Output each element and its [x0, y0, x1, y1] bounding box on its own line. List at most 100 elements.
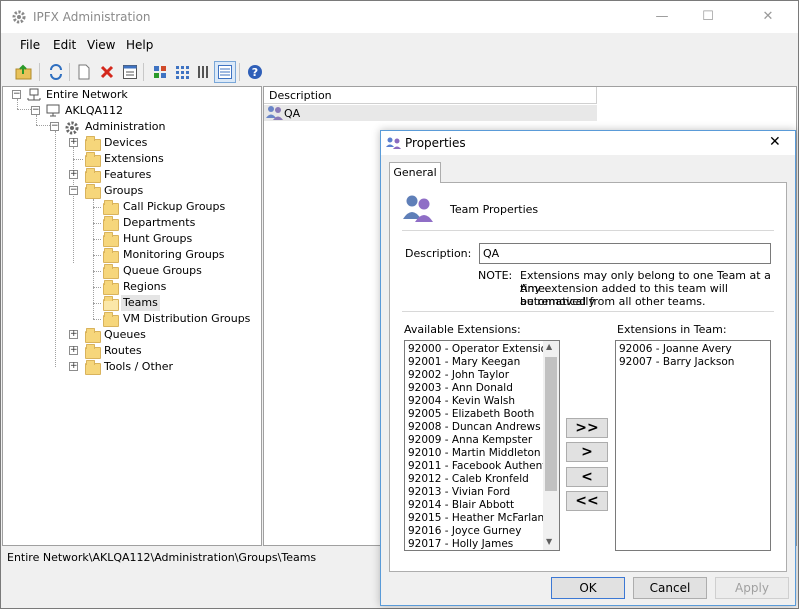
tab-panel-general: Team Properties Description: NOTE: Exten…	[389, 182, 787, 572]
expand-expander[interactable]: +	[69, 170, 78, 179]
tree-item-queue-groups[interactable]: Queue Groups	[123, 263, 202, 279]
minimize-button[interactable]: —	[639, 1, 685, 33]
tab-general[interactable]: General	[389, 162, 441, 183]
up-folder-icon[interactable]	[13, 61, 35, 83]
tree-item-routes[interactable]: Routes	[104, 343, 142, 359]
extensions-in-team-label: Extensions in Team:	[617, 323, 727, 336]
tree-item-queues[interactable]: Queues	[104, 327, 146, 343]
small-icons-icon[interactable]	[171, 61, 193, 83]
remove-all-button[interactable]: <<	[566, 491, 608, 511]
tree-item-vm-distribution-groups[interactable]: VM Distribution Groups	[123, 311, 250, 327]
list-item[interactable]: 92012 - Caleb Kronfeld	[405, 473, 543, 486]
extensions-in-team-list[interactable]: 92006 - Joanne Avery 92007 - Barry Jacks…	[615, 340, 771, 551]
column-header-label: Description	[269, 89, 332, 102]
folder-icon	[85, 152, 101, 167]
dialog-title-bar: Properties ✕	[381, 131, 795, 155]
folder-icon	[85, 184, 101, 199]
list-item[interactable]: 92002 - John Taylor	[405, 369, 543, 382]
folder-icon	[103, 248, 119, 263]
list-item[interactable]: 92015 - Heather McFarlane	[405, 512, 551, 525]
tree-item-features[interactable]: Features	[104, 167, 151, 183]
available-extensions-list[interactable]: 92000 - Operator Extension 92001 - Mary …	[404, 340, 560, 551]
list-item[interactable]: 92013 - Vivian Ford	[405, 486, 543, 499]
menu-view[interactable]: View	[87, 38, 115, 52]
list-item[interactable]: 92004 - Kevin Walsh	[405, 395, 543, 408]
tree-item-groups[interactable]: Groups	[104, 183, 143, 199]
menu-help[interactable]: Help	[126, 38, 153, 52]
menu-file[interactable]: File	[20, 38, 40, 52]
menu-edit[interactable]: Edit	[53, 38, 76, 52]
list-item[interactable]: 92010 - Martin Middleton	[405, 447, 543, 460]
status-bar: Entire Network\AKLQA112\Administration\G…	[2, 548, 382, 570]
tree-item-departments[interactable]: Departments	[123, 215, 195, 231]
details-view-icon[interactable]	[214, 61, 236, 83]
help-icon[interactable]: ?	[244, 61, 266, 83]
scroll-up-icon[interactable]: ▲	[546, 342, 552, 351]
collapse-expander[interactable]: −	[31, 106, 40, 115]
status-path: Entire Network\AKLQA112\Administration\G…	[7, 551, 317, 564]
list-item[interactable]: 92006 - Joanne Avery	[616, 343, 770, 356]
folder-icon	[103, 216, 119, 231]
gear-icon	[11, 9, 27, 28]
folder-icon	[103, 264, 119, 279]
cancel-button[interactable]: Cancel	[633, 577, 707, 599]
properties-dialog: Properties ✕ General Team Properties Des…	[380, 130, 796, 606]
delete-icon[interactable]	[96, 61, 118, 83]
list-item[interactable]: 92014 - Blair Abbott	[405, 499, 543, 512]
expand-expander[interactable]: +	[69, 330, 78, 339]
window-title: IPFX Administration	[33, 10, 151, 24]
folder-icon	[103, 312, 119, 327]
tree-item-entire-network[interactable]: Entire Network	[46, 87, 128, 103]
list-item[interactable]: 92009 - Anna Kempster	[405, 434, 543, 447]
remove-button[interactable]: <	[566, 467, 608, 487]
list-item[interactable]: 92017 - Holly James	[405, 538, 543, 550]
tree-item-administration[interactable]: Administration	[85, 119, 166, 135]
expand-expander[interactable]: +	[69, 362, 78, 371]
large-icons-icon[interactable]	[149, 61, 171, 83]
scrollbar[interactable]: ▲ ▼	[543, 341, 559, 550]
new-document-icon[interactable]	[73, 61, 95, 83]
list-item[interactable]: 92007 - Barry Jackson	[616, 356, 770, 369]
tree-item-tools-other[interactable]: Tools / Other	[104, 359, 173, 375]
list-item[interactable]: 92003 - Ann Donald	[405, 382, 543, 395]
add-button[interactable]: >	[566, 442, 608, 462]
ok-button[interactable]: OK	[551, 577, 625, 599]
properties-icon[interactable]	[119, 61, 141, 83]
network-icon	[26, 88, 42, 105]
list-item[interactable]: 92008 - Duncan Andrews	[405, 421, 543, 434]
tree-item-monitoring-groups[interactable]: Monitoring Groups	[123, 247, 225, 263]
collapse-expander[interactable]: −	[12, 90, 21, 99]
list-item[interactable]: 92001 - Mary Keegan	[405, 356, 543, 369]
maximize-button[interactable]: ☐	[685, 1, 731, 33]
tree-item-hunt-groups[interactable]: Hunt Groups	[123, 231, 192, 247]
dialog-close-button[interactable]: ✕	[769, 134, 781, 150]
tree-item-devices[interactable]: Devices	[104, 135, 147, 151]
list-item[interactable]: 92000 - Operator Extension	[405, 343, 554, 356]
list-item[interactable]: 92005 - Elizabeth Booth	[405, 408, 543, 421]
tree-item-server[interactable]: AKLQA112	[65, 103, 123, 119]
tree-item-regions[interactable]: Regions	[123, 279, 166, 295]
refresh-icon[interactable]	[45, 61, 67, 83]
menu-bar: File Edit View Help	[1, 35, 798, 57]
add-all-button[interactable]: >>	[566, 418, 608, 438]
description-input[interactable]	[479, 243, 771, 264]
tree-view[interactable]: − Entire Network − AKLQA112 − Administra…	[2, 86, 262, 546]
close-button[interactable]: ✕	[745, 1, 791, 33]
tree-item-extensions[interactable]: Extensions	[104, 151, 164, 167]
expand-expander[interactable]: +	[69, 138, 78, 147]
folder-icon	[85, 360, 101, 375]
scroll-down-icon[interactable]: ▼	[546, 537, 552, 546]
list-item[interactable]: 92016 - Joyce Gurney	[405, 525, 543, 538]
list-view-icon[interactable]	[193, 61, 215, 83]
column-header-description[interactable]: Description	[264, 87, 597, 104]
dialog-title: Properties	[405, 136, 466, 150]
list-item[interactable]: 92011 - Facebook Authentic	[405, 460, 555, 473]
apply-button[interactable]: Apply	[715, 577, 789, 599]
tree-item-teams[interactable]: Teams	[121, 295, 160, 311]
collapse-expander[interactable]: −	[50, 122, 59, 131]
scroll-thumb[interactable]	[545, 357, 557, 491]
tree-item-call-pickup-groups[interactable]: Call Pickup Groups	[123, 199, 225, 215]
collapse-expander[interactable]: −	[69, 186, 78, 195]
list-row[interactable]: QA	[264, 105, 597, 121]
expand-expander[interactable]: +	[69, 346, 78, 355]
